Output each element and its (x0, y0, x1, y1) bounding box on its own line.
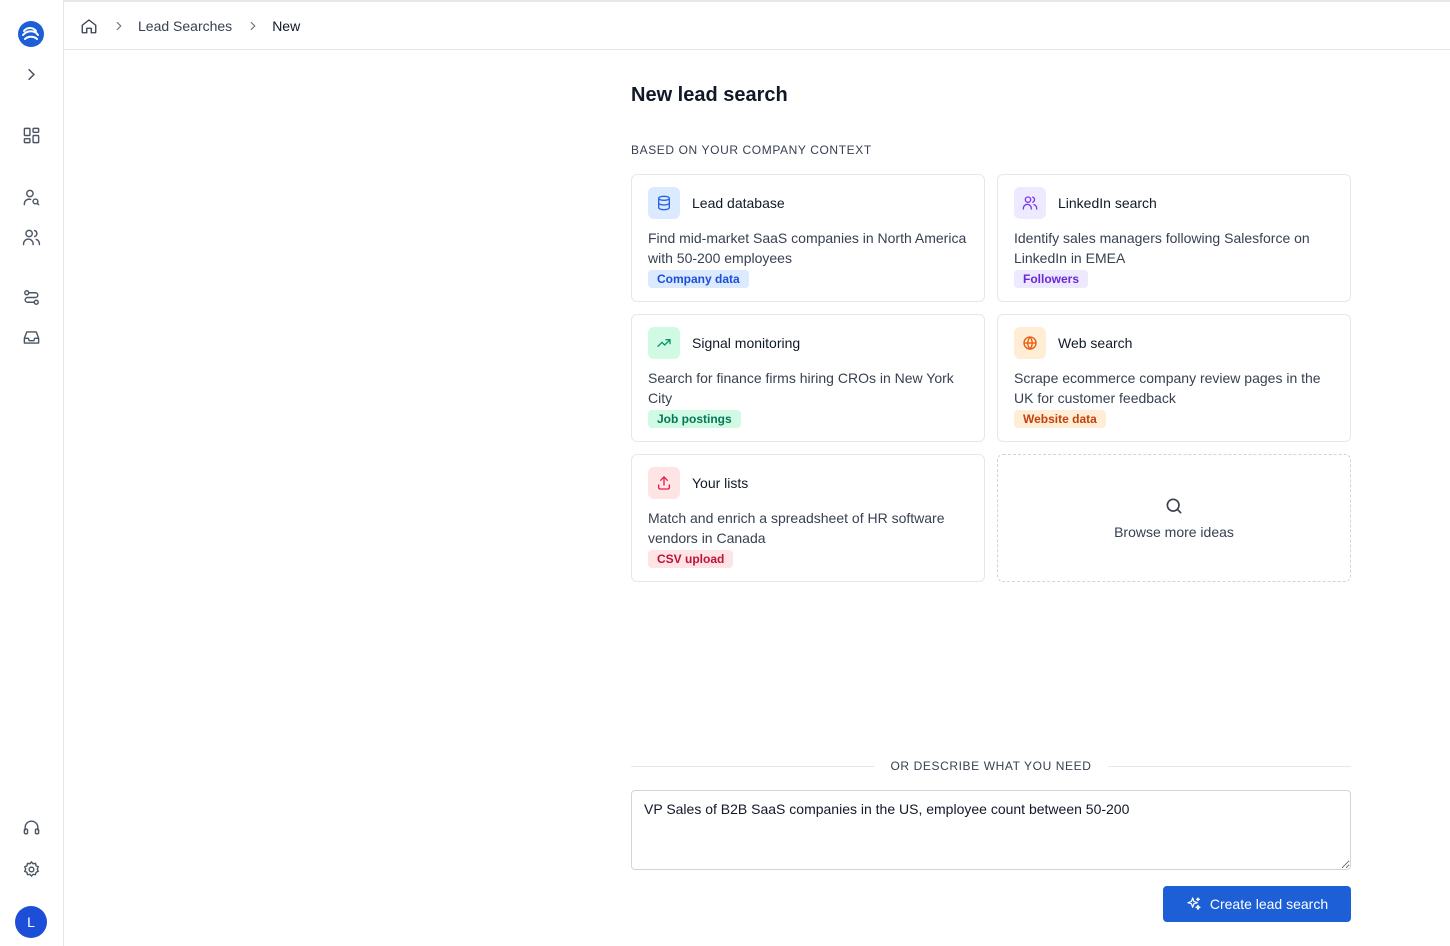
trending-up-icon (648, 327, 680, 359)
card-title: LinkedIn search (1058, 195, 1157, 211)
avatar[interactable]: L (15, 906, 47, 938)
card-tag: Company data (648, 270, 749, 288)
card-description: Match and enrich a spreadsheet of HR sof… (648, 510, 945, 546)
chevron-right-icon (112, 19, 126, 33)
card-title: Lead database (692, 195, 785, 211)
card-tag: Website data (1014, 410, 1106, 428)
sparkles-icon (1186, 896, 1202, 912)
breadcrumb: Lead Searches New (64, 2, 1450, 50)
describe-input[interactable]: VP Sales of B2B SaaS companies in the US… (631, 790, 1351, 870)
card-title: Web search (1058, 335, 1133, 351)
users-icon (1014, 187, 1046, 219)
headphones-icon[interactable] (18, 814, 44, 840)
breadcrumb-new: New (272, 17, 301, 34)
workflow-icon[interactable] (18, 284, 44, 310)
breadcrumb-lead-searches[interactable]: Lead Searches (138, 18, 232, 34)
card-tag: Followers (1014, 270, 1089, 288)
card-tag: CSV upload (648, 550, 734, 568)
globe-icon (1014, 327, 1046, 359)
inbox-icon[interactable] (18, 324, 44, 350)
card-description: Identify sales managers following Salesf… (1014, 230, 1310, 266)
divider-label: OR DESCRIBE WHAT YOU NEED (890, 759, 1092, 773)
browse-more-ideas-button[interactable]: Browse more ideas (997, 454, 1351, 582)
upload-icon (648, 467, 680, 499)
chevron-right-icon[interactable] (18, 61, 44, 87)
divider: OR DESCRIBE WHAT YOU NEED (631, 758, 1351, 774)
page-title: New lead search (631, 84, 788, 106)
card-web-search[interactable]: Web search Scrape ecommerce company revi… (997, 314, 1351, 442)
card-description: Scrape ecommerce company review pages in… (1014, 370, 1321, 406)
user-search-icon[interactable] (18, 184, 44, 210)
card-tag: Job postings (648, 410, 741, 428)
home-icon[interactable] (80, 17, 98, 35)
card-title: Your lists (692, 475, 749, 491)
users-icon[interactable] (18, 224, 44, 250)
create-button-label: Create lead search (1209, 896, 1329, 912)
section-label: BASED ON YOUR COMPANY CONTEXT (631, 143, 872, 157)
logo-icon[interactable] (17, 20, 45, 48)
database-icon (648, 187, 680, 219)
card-title: Signal monitoring (692, 335, 801, 351)
card-description: Search for finance firms hiring CROs in … (648, 370, 954, 406)
search-icon (1164, 496, 1184, 516)
browse-label: Browse more ideas (1114, 524, 1234, 540)
card-signal-monitoring[interactable]: Signal monitoring Search for finance fir… (631, 314, 985, 442)
gear-icon[interactable] (18, 856, 44, 882)
sidebar: L (0, 0, 64, 946)
card-your-lists[interactable]: Your lists Match and enrich a spreadshee… (631, 454, 985, 582)
card-description: Find mid-market SaaS companies in North … (648, 230, 967, 266)
card-linkedin-search[interactable]: LinkedIn search Identify sales managers … (997, 174, 1351, 302)
dashboard-icon[interactable] (18, 122, 44, 148)
chevron-right-icon (246, 19, 260, 33)
create-lead-search-button[interactable]: Create lead search (1163, 886, 1351, 922)
card-lead-database[interactable]: Lead database Find mid-market SaaS compa… (631, 174, 985, 302)
